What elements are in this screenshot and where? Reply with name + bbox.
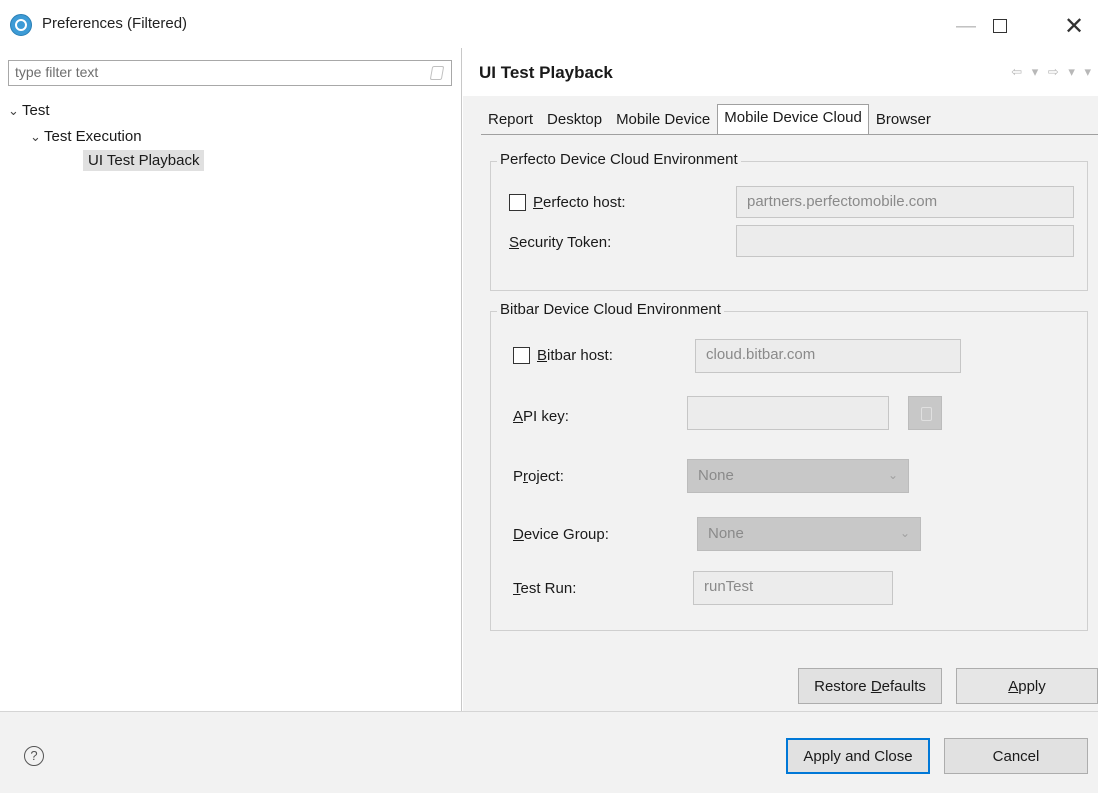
window-title: Preferences (Filtered) bbox=[42, 15, 188, 32]
expand-caret-icon[interactable]: ⌄ bbox=[8, 103, 22, 119]
chevron-down-icon: ⌄ bbox=[887, 468, 898, 482]
cancel-button[interactable]: Cancel bbox=[944, 738, 1088, 774]
tree-item-label: UI Test Playback bbox=[83, 150, 205, 171]
filter-placeholder: type filter text bbox=[15, 64, 99, 80]
perfecto-group: Perfecto Device Cloud Environment Perfec… bbox=[490, 151, 1088, 291]
tab-bar: Report Desktop Mobile Device Mobile Devi… bbox=[481, 104, 938, 134]
tab-mobile-device-cloud[interactable]: Mobile Device Cloud bbox=[717, 104, 869, 134]
history-nav-icon[interactable]: ⇦ ▾ ⇨ ▾ ▾ bbox=[1011, 64, 1094, 80]
apply-button[interactable]: Apply bbox=[956, 668, 1098, 704]
clear-filter-icon[interactable] bbox=[429, 66, 445, 80]
api-key-field[interactable] bbox=[687, 396, 889, 430]
bitbar-group: Bitbar Device Cloud Environment Bitbar h… bbox=[490, 301, 1088, 631]
tab-browser[interactable]: Browser bbox=[868, 106, 938, 134]
filter-input[interactable]: type filter text bbox=[8, 60, 452, 86]
project-selected-value: None bbox=[698, 467, 734, 484]
device-group-label: Device Group: bbox=[513, 526, 609, 543]
app-icon bbox=[10, 14, 32, 36]
security-token-field[interactable] bbox=[736, 225, 1074, 257]
tree-item-label: Test Execution bbox=[44, 128, 142, 145]
project-select[interactable]: None ⌄ bbox=[687, 459, 909, 493]
project-label: Project: bbox=[513, 468, 564, 485]
dialog-button-bar: ? Apply and Close Cancel bbox=[0, 711, 1098, 793]
restore-defaults-button[interactable]: Restore Defaults bbox=[798, 668, 942, 704]
perfecto-host-label: Perfecto host: bbox=[533, 194, 626, 211]
maximize-button[interactable] bbox=[978, 8, 1022, 44]
expand-caret-icon[interactable]: ⌄ bbox=[30, 129, 44, 145]
perfecto-host-field[interactable]: partners.perfectomobile.com bbox=[736, 186, 1074, 218]
bitbar-group-title: Bitbar Device Cloud Environment bbox=[497, 301, 724, 318]
help-icon[interactable]: ? bbox=[24, 746, 44, 766]
maximize-icon bbox=[993, 19, 1007, 33]
test-run-label: Test Run: bbox=[513, 580, 577, 597]
tree-item-label: Test bbox=[22, 102, 50, 119]
tab-report[interactable]: Report bbox=[481, 106, 541, 134]
tab-content: Perfecto Device Cloud Environment Perfec… bbox=[481, 134, 1098, 658]
apply-and-close-button[interactable]: Apply and Close bbox=[786, 738, 930, 774]
tree-item-test[interactable]: ⌄ Test bbox=[8, 102, 50, 119]
tab-desktop[interactable]: Desktop bbox=[540, 106, 610, 134]
preference-tree-pane: type filter text ⌄ Test ⌄ Test Execution U… bbox=[0, 48, 462, 711]
bitbar-host-label: Bitbar host: bbox=[537, 347, 613, 364]
device-group-selected-value: None bbox=[708, 525, 744, 542]
close-icon: ✕ bbox=[1063, 12, 1085, 40]
security-token-label: Security Token: bbox=[509, 234, 612, 251]
page-header: UI Test Playback ⇦ ▾ ⇨ ▾ ▾ bbox=[463, 48, 1098, 96]
bitbar-host-field[interactable]: cloud.bitbar.com bbox=[695, 339, 961, 373]
title-bar: Preferences (Filtered) — ✕ bbox=[0, 0, 1098, 48]
device-group-select[interactable]: None ⌄ bbox=[697, 517, 921, 551]
page-title: UI Test Playback bbox=[479, 63, 613, 82]
preference-page: UI Test Playback ⇦ ▾ ⇨ ▾ ▾ Report Deskto… bbox=[463, 48, 1098, 711]
close-button[interactable]: ✕ bbox=[1052, 8, 1096, 44]
tab-mobile-device[interactable]: Mobile Device bbox=[609, 106, 718, 134]
tree-item-ui-test-playback[interactable]: UI Test Playback bbox=[83, 150, 205, 171]
perfecto-group-title: Perfecto Device Cloud Environment bbox=[497, 151, 741, 168]
perfecto-host-checkbox[interactable] bbox=[509, 194, 526, 211]
api-key-lookup-icon[interactable] bbox=[908, 396, 942, 430]
minimize-icon: — bbox=[956, 14, 976, 37]
test-run-field[interactable]: runTest bbox=[693, 571, 893, 605]
api-key-label: API key: bbox=[513, 408, 569, 425]
bitbar-host-checkbox[interactable] bbox=[513, 347, 530, 364]
tree-item-test-execution[interactable]: ⌄ Test Execution bbox=[30, 128, 142, 145]
chevron-down-icon: ⌄ bbox=[899, 526, 910, 540]
